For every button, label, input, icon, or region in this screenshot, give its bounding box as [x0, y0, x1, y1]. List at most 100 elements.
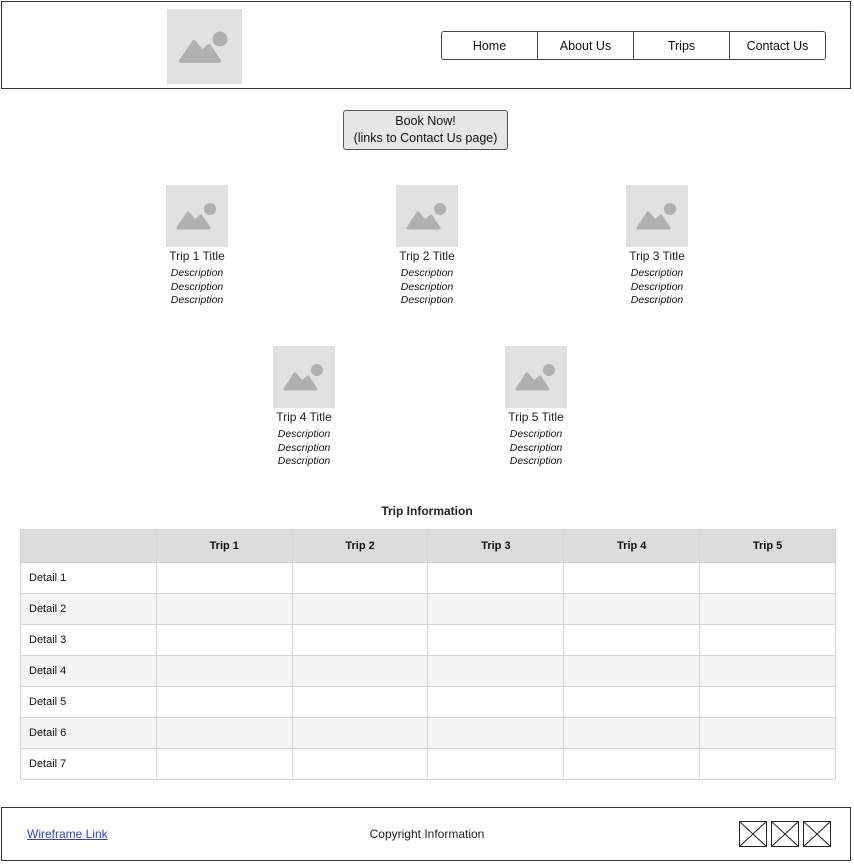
table-cell [563, 655, 701, 687]
trip-image-placeholder-icon [626, 185, 688, 247]
table-cell [291, 624, 429, 656]
table-cell [291, 717, 429, 749]
row-label: Detail 2 [20, 593, 157, 625]
trip-title: Trip 4 Title [276, 410, 332, 424]
social-placeholder-icon[interactable] [739, 821, 767, 847]
row-label: Detail 5 [20, 686, 157, 718]
table-header-row: Trip 1 Trip 2 Trip 3 Trip 4 Trip 5 [20, 529, 836, 563]
table-cell [563, 748, 701, 780]
table-header-cell: Trip 3 [427, 529, 565, 563]
description-line: Description [509, 455, 563, 467]
trip-description: Description Description Description [157, 267, 237, 308]
table-cell [291, 748, 429, 780]
table-cell [699, 624, 836, 656]
trip-description: Description Description Description [496, 428, 576, 469]
table-row: Detail 1 [20, 562, 836, 594]
table-header-cell: Trip 5 [699, 529, 836, 563]
nav-trips[interactable]: Trips [633, 32, 729, 59]
row-label: Detail 7 [20, 748, 157, 780]
trip-description: Description Description Description [264, 428, 344, 469]
table-cell [699, 593, 836, 625]
description-line: Description [170, 294, 224, 306]
trip-card-2[interactable]: Trip 2 Title Description Description Des… [387, 185, 467, 308]
description-line: Description [277, 455, 331, 467]
table-cell [291, 655, 429, 687]
trip-card-1[interactable]: Trip 1 Title Description Description Des… [157, 185, 237, 308]
social-placeholder-icon[interactable] [803, 821, 831, 847]
table-cell [291, 562, 429, 594]
table-cell [699, 686, 836, 718]
row-label: Detail 1 [20, 562, 157, 594]
table-row: Detail 5 [20, 686, 836, 718]
nav-home[interactable]: Home [442, 32, 537, 59]
table-cell [699, 717, 836, 749]
table-header-cell: Trip 1 [155, 529, 293, 563]
table-title: Trip Information [381, 504, 473, 518]
trip-card-3[interactable]: Trip 3 Title Description Description Des… [617, 185, 697, 308]
table-cell [563, 562, 701, 594]
trip-image-placeholder-icon [505, 346, 567, 408]
table-row: Detail 7 [20, 748, 836, 780]
table-cell [699, 562, 836, 594]
site-header: Home About Us Trips Contact Us [1, 1, 851, 89]
table-header-cell: Trip 4 [563, 529, 701, 563]
table-cell [155, 686, 293, 718]
table-row: Detail 3 [20, 624, 836, 656]
description-line: Description [630, 280, 684, 293]
trip-card-4[interactable]: Trip 4 Title Description Description Des… [264, 346, 344, 469]
table-cell [699, 655, 836, 687]
trip-title: Trip 2 Title [399, 249, 455, 263]
description-line: Description [400, 267, 454, 279]
logo-image-placeholder-icon [167, 9, 242, 84]
site-footer: Wireframe Link Copyright Information [1, 807, 851, 861]
description-line: Description [509, 428, 563, 440]
description-line: Description [509, 441, 563, 454]
table-header-cell: Trip 2 [291, 529, 429, 563]
trip-title: Trip 3 Title [629, 249, 685, 263]
table-cell [563, 686, 701, 718]
book-now-sublabel: (links to Contact Us page) [353, 131, 498, 145]
description-line: Description [277, 441, 331, 454]
row-label: Detail 4 [20, 655, 157, 687]
table-cell [155, 655, 293, 687]
description-line: Description [170, 267, 224, 279]
table-row: Detail 6 [20, 717, 836, 749]
table-cell [427, 655, 565, 687]
table-cell [155, 593, 293, 625]
trip-card-5[interactable]: Trip 5 Title Description Description Des… [496, 346, 576, 469]
table-cell [427, 748, 565, 780]
row-label: Detail 6 [20, 717, 157, 749]
table-cell [563, 717, 701, 749]
table-cell [427, 717, 565, 749]
row-label: Detail 3 [20, 624, 157, 656]
table-cell [427, 593, 565, 625]
table-header-cell [20, 529, 157, 563]
table-cell [155, 562, 293, 594]
table-row: Detail 4 [20, 655, 836, 687]
nav-about-us[interactable]: About Us [537, 32, 633, 59]
table-cell [291, 686, 429, 718]
table-cell [291, 593, 429, 625]
book-now-button[interactable]: Book Now! (links to Contact Us page) [343, 110, 508, 150]
description-line: Description [630, 294, 684, 306]
trip-image-placeholder-icon [166, 185, 228, 247]
table-cell [427, 624, 565, 656]
description-line: Description [630, 267, 684, 279]
table-cell [563, 593, 701, 625]
table-cell [155, 717, 293, 749]
table-row: Detail 2 [20, 593, 836, 625]
trip-info-table: Trip 1 Trip 2 Trip 3 Trip 4 Trip 5 Detai… [20, 529, 836, 780]
description-line: Description [170, 280, 224, 293]
table-cell [155, 748, 293, 780]
nav-contact-us[interactable]: Contact Us [729, 32, 825, 59]
social-placeholder-icon[interactable] [771, 821, 799, 847]
description-line: Description [400, 280, 454, 293]
book-now-label: Book Now! [395, 114, 456, 128]
table-cell [155, 624, 293, 656]
trip-description: Description Description Description [387, 267, 467, 308]
copyright-text: Copyright Information [369, 827, 485, 841]
main-nav: Home About Us Trips Contact Us [441, 31, 826, 60]
description-line: Description [400, 294, 454, 306]
table-cell [563, 624, 701, 656]
table-cell [427, 686, 565, 718]
